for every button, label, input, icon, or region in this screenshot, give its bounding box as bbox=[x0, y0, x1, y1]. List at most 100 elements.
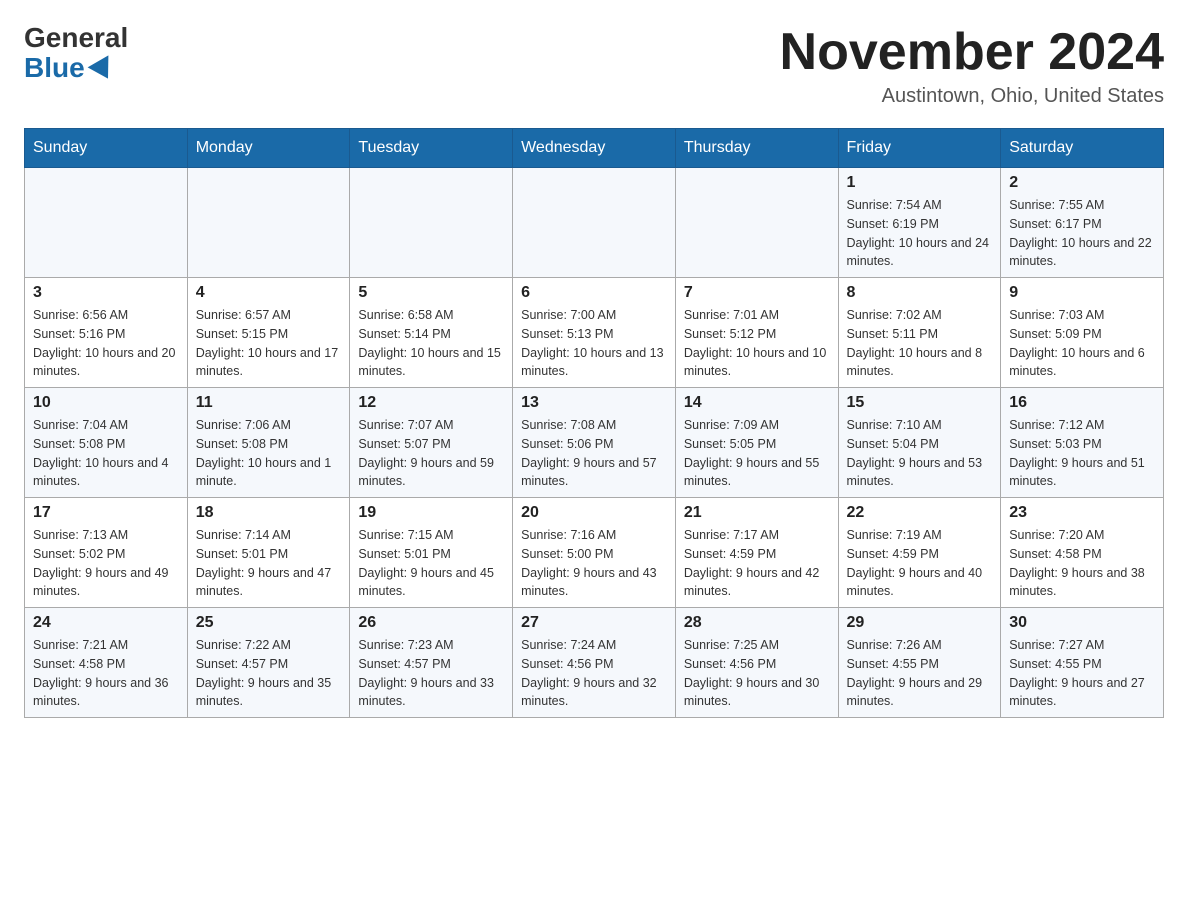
month-year-title: November 2024 bbox=[780, 24, 1164, 81]
day-info: Sunrise: 7:25 AM Sunset: 4:56 PM Dayligh… bbox=[684, 636, 830, 711]
day-info: Sunrise: 7:12 AM Sunset: 5:03 PM Dayligh… bbox=[1009, 416, 1155, 491]
day-info: Sunrise: 6:57 AM Sunset: 5:15 PM Dayligh… bbox=[196, 306, 342, 381]
logo: General Blue bbox=[24, 24, 128, 84]
calendar-cell bbox=[675, 168, 838, 278]
page-header: General Blue November 2024 Austintown, O… bbox=[24, 24, 1164, 108]
header-sunday: Sunday bbox=[25, 129, 188, 168]
day-number: 28 bbox=[684, 614, 830, 632]
day-info: Sunrise: 7:03 AM Sunset: 5:09 PM Dayligh… bbox=[1009, 306, 1155, 381]
day-number: 27 bbox=[521, 614, 667, 632]
calendar-cell bbox=[350, 168, 513, 278]
day-number: 6 bbox=[521, 284, 667, 302]
calendar-cell: 27 Sunrise: 7:24 AM Sunset: 4:56 PM Dayli… bbox=[513, 608, 676, 718]
calendar-cell: 20Sunrise: 7:16 AM Sunset: 5:00 PM Dayli… bbox=[513, 498, 676, 608]
calendar-cell: 15 Sunrise: 7:10 AM Sunset: 5:04 PM Dayli… bbox=[838, 388, 1001, 498]
calendar-cell: 29Sunrise: 7:26 AM Sunset: 4:55 PM Dayli… bbox=[838, 608, 1001, 718]
day-number: 21 bbox=[684, 504, 830, 522]
day-info: Sunrise: 7:23 AM Sunset: 4:57 PM Dayligh… bbox=[358, 636, 504, 711]
day-number: 10 bbox=[33, 394, 179, 412]
day-number: 15 bbox=[847, 394, 993, 412]
day-info: Sunrise: 7:54 AM Sunset: 6:19 PM Dayligh… bbox=[847, 196, 993, 271]
day-info: Sunrise: 7:16 AM Sunset: 5:00 PM Dayligh… bbox=[521, 526, 667, 601]
day-info: Sunrise: 7:19 AM Sunset: 4:59 PM Dayligh… bbox=[847, 526, 993, 601]
day-number: 23 bbox=[1009, 504, 1155, 522]
week-row-2: 3 Sunrise: 6:56 AM Sunset: 5:16 PM Daylig… bbox=[25, 278, 1164, 388]
day-number: 12 bbox=[358, 394, 504, 412]
location-subtitle: Austintown, Ohio, United States bbox=[780, 85, 1164, 108]
calendar-cell bbox=[513, 168, 676, 278]
week-row-4: 17 Sunrise: 7:13 AM Sunset: 5:02 PM Dayli… bbox=[25, 498, 1164, 608]
calendar-cell: 5Sunrise: 6:58 AM Sunset: 5:14 PM Daylig… bbox=[350, 278, 513, 388]
calendar-cell: 25Sunrise: 7:22 AM Sunset: 4:57 PM Dayli… bbox=[187, 608, 350, 718]
calendar-cell bbox=[187, 168, 350, 278]
calendar-cell bbox=[25, 168, 188, 278]
calendar-cell: 14Sunrise: 7:09 AM Sunset: 5:05 PM Dayli… bbox=[675, 388, 838, 498]
day-number: 14 bbox=[684, 394, 830, 412]
header-saturday: Saturday bbox=[1001, 129, 1164, 168]
day-number: 2 bbox=[1009, 174, 1155, 192]
day-number: 8 bbox=[847, 284, 993, 302]
calendar-cell: 6 Sunrise: 7:00 AM Sunset: 5:13 PM Daylig… bbox=[513, 278, 676, 388]
day-number: 7 bbox=[684, 284, 830, 302]
calendar-cell: 4Sunrise: 6:57 AM Sunset: 5:15 PM Daylig… bbox=[187, 278, 350, 388]
day-number: 22 bbox=[847, 504, 993, 522]
title-section: November 2024 Austintown, Ohio, United S… bbox=[780, 24, 1164, 108]
day-info: Sunrise: 6:58 AM Sunset: 5:14 PM Dayligh… bbox=[358, 306, 504, 381]
calendar-cell: 12 Sunrise: 7:07 AM Sunset: 5:07 PM Dayli… bbox=[350, 388, 513, 498]
calendar-cell: 9 Sunrise: 7:03 AM Sunset: 5:09 PM Daylig… bbox=[1001, 278, 1164, 388]
day-info: Sunrise: 7:21 AM Sunset: 4:58 PM Dayligh… bbox=[33, 636, 179, 711]
calendar-cell: 8 Sunrise: 7:02 AM Sunset: 5:11 PM Daylig… bbox=[838, 278, 1001, 388]
calendar-cell: 28 Sunrise: 7:25 AM Sunset: 4:56 PM Dayli… bbox=[675, 608, 838, 718]
day-number: 9 bbox=[1009, 284, 1155, 302]
day-number: 16 bbox=[1009, 394, 1155, 412]
week-row-1: 1 Sunrise: 7:54 AM Sunset: 6:19 PM Daylig… bbox=[25, 168, 1164, 278]
day-info: Sunrise: 7:22 AM Sunset: 4:57 PM Dayligh… bbox=[196, 636, 342, 711]
logo-triangle-icon bbox=[87, 55, 118, 84]
day-info: Sunrise: 7:27 AM Sunset: 4:55 PM Dayligh… bbox=[1009, 636, 1155, 711]
calendar-cell: 1 Sunrise: 7:54 AM Sunset: 6:19 PM Daylig… bbox=[838, 168, 1001, 278]
calendar-cell: 2Sunrise: 7:55 AM Sunset: 6:17 PM Daylig… bbox=[1001, 168, 1164, 278]
day-number: 1 bbox=[847, 174, 993, 192]
calendar-cell: 16 Sunrise: 7:12 AM Sunset: 5:03 PM Dayli… bbox=[1001, 388, 1164, 498]
day-info: Sunrise: 7:00 AM Sunset: 5:13 PM Dayligh… bbox=[521, 306, 667, 381]
calendar-cell: 3 Sunrise: 6:56 AM Sunset: 5:16 PM Daylig… bbox=[25, 278, 188, 388]
calendar-cell: 30 Sunrise: 7:27 AM Sunset: 4:55 PM Dayli… bbox=[1001, 608, 1164, 718]
day-number: 11 bbox=[196, 394, 342, 412]
calendar-cell: 17 Sunrise: 7:13 AM Sunset: 5:02 PM Dayli… bbox=[25, 498, 188, 608]
day-number: 13 bbox=[521, 394, 667, 412]
calendar-cell: 13 Sunrise: 7:08 AM Sunset: 5:06 PM Dayli… bbox=[513, 388, 676, 498]
logo-general-text: General bbox=[24, 24, 128, 52]
day-info: Sunrise: 7:20 AM Sunset: 4:58 PM Dayligh… bbox=[1009, 526, 1155, 601]
day-info: Sunrise: 7:10 AM Sunset: 5:04 PM Dayligh… bbox=[847, 416, 993, 491]
calendar-cell: 18 Sunrise: 7:14 AM Sunset: 5:01 PM Dayli… bbox=[187, 498, 350, 608]
day-number: 19 bbox=[358, 504, 504, 522]
day-info: Sunrise: 7:15 AM Sunset: 5:01 PM Dayligh… bbox=[358, 526, 504, 601]
day-info: Sunrise: 7:06 AM Sunset: 5:08 PM Dayligh… bbox=[196, 416, 342, 491]
calendar-cell: 10 Sunrise: 7:04 AM Sunset: 5:08 PM Dayli… bbox=[25, 388, 188, 498]
calendar-table: Sunday Monday Tuesday Wednesday Thursday… bbox=[24, 128, 1164, 718]
day-number: 17 bbox=[33, 504, 179, 522]
day-info: Sunrise: 7:08 AM Sunset: 5:06 PM Dayligh… bbox=[521, 416, 667, 491]
day-info: Sunrise: 6:56 AM Sunset: 5:16 PM Dayligh… bbox=[33, 306, 179, 381]
header-thursday: Thursday bbox=[675, 129, 838, 168]
calendar-cell: 21Sunrise: 7:17 AM Sunset: 4:59 PM Dayli… bbox=[675, 498, 838, 608]
calendar-cell: 26 Sunrise: 7:23 AM Sunset: 4:57 PM Dayli… bbox=[350, 608, 513, 718]
day-number: 18 bbox=[196, 504, 342, 522]
week-row-3: 10 Sunrise: 7:04 AM Sunset: 5:08 PM Dayli… bbox=[25, 388, 1164, 498]
day-info: Sunrise: 7:24 AM Sunset: 4:56 PM Dayligh… bbox=[521, 636, 667, 711]
day-info: Sunrise: 7:13 AM Sunset: 5:02 PM Dayligh… bbox=[33, 526, 179, 601]
calendar-cell: 7Sunrise: 7:01 AM Sunset: 5:12 PM Daylig… bbox=[675, 278, 838, 388]
day-number: 24 bbox=[33, 614, 179, 632]
calendar-cell: 23 Sunrise: 7:20 AM Sunset: 4:58 PM Dayli… bbox=[1001, 498, 1164, 608]
day-number: 26 bbox=[358, 614, 504, 632]
day-info: Sunrise: 7:02 AM Sunset: 5:11 PM Dayligh… bbox=[847, 306, 993, 381]
calendar-cell: 22 Sunrise: 7:19 AM Sunset: 4:59 PM Dayli… bbox=[838, 498, 1001, 608]
calendar-cell: 24 Sunrise: 7:21 AM Sunset: 4:58 PM Dayli… bbox=[25, 608, 188, 718]
calendar-cell: 11 Sunrise: 7:06 AM Sunset: 5:08 PM Dayli… bbox=[187, 388, 350, 498]
day-info: Sunrise: 7:14 AM Sunset: 5:01 PM Dayligh… bbox=[196, 526, 342, 601]
day-number: 30 bbox=[1009, 614, 1155, 632]
day-info: Sunrise: 7:07 AM Sunset: 5:07 PM Dayligh… bbox=[358, 416, 504, 491]
calendar-cell: 19 Sunrise: 7:15 AM Sunset: 5:01 PM Dayli… bbox=[350, 498, 513, 608]
day-info: Sunrise: 7:04 AM Sunset: 5:08 PM Dayligh… bbox=[33, 416, 179, 491]
day-number: 3 bbox=[33, 284, 179, 302]
